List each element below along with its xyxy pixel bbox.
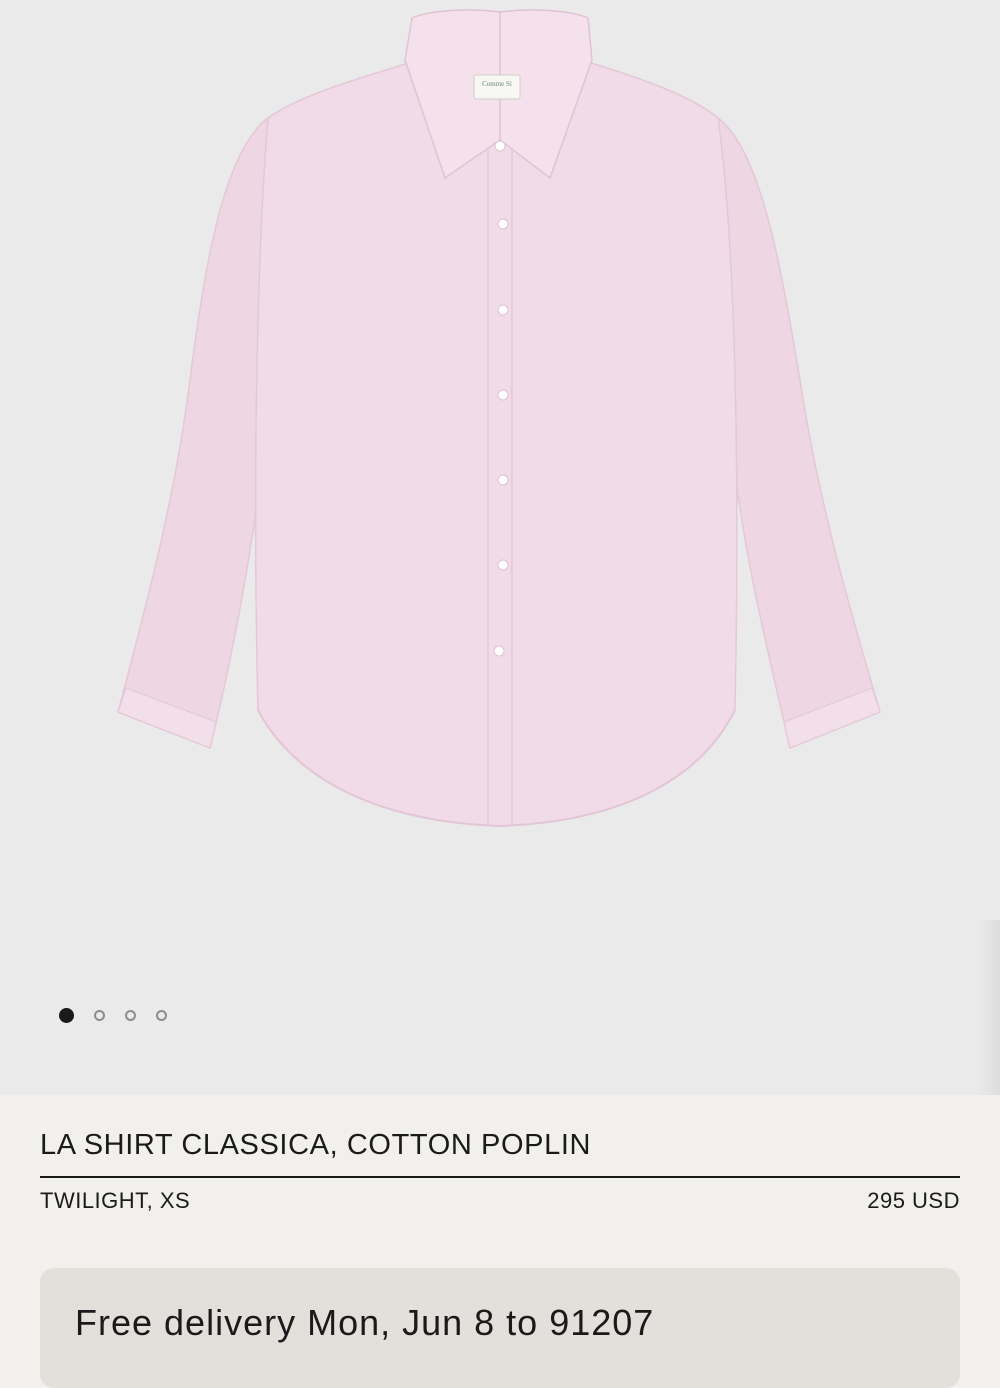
product-variant[interactable]: TWILIGHT, XS — [40, 1188, 190, 1214]
carousel-dot-4[interactable] — [156, 1010, 167, 1021]
title-divider — [40, 1176, 960, 1178]
product-image: Comme Si — [117, 9, 881, 828]
product-title: LA SHIRT CLASSICA, COTTON POPLIN — [40, 1129, 592, 1161]
next-slide-edge — [978, 920, 1000, 1095]
product-price: 295 USD — [867, 1188, 960, 1213]
product-info: LA SHIRT CLASSICA, COTTON POPLIN TWILIGH… — [0, 1095, 1000, 1388]
delivery-text: Free delivery Mon, Jun 8 to 91207 — [75, 1302, 655, 1343]
delivery-info-card: Free delivery Mon, Jun 8 to 91207 — [40, 1268, 960, 1388]
carousel-dot-2[interactable] — [94, 1010, 105, 1021]
brand-label-text: Comme Si — [482, 80, 512, 88]
carousel-dot-3[interactable] — [125, 1010, 136, 1021]
carousel-pagination — [59, 1008, 167, 1023]
product-image-gallery[interactable]: Comme Si — [0, 0, 1000, 1095]
carousel-dot-1[interactable] — [59, 1008, 74, 1023]
